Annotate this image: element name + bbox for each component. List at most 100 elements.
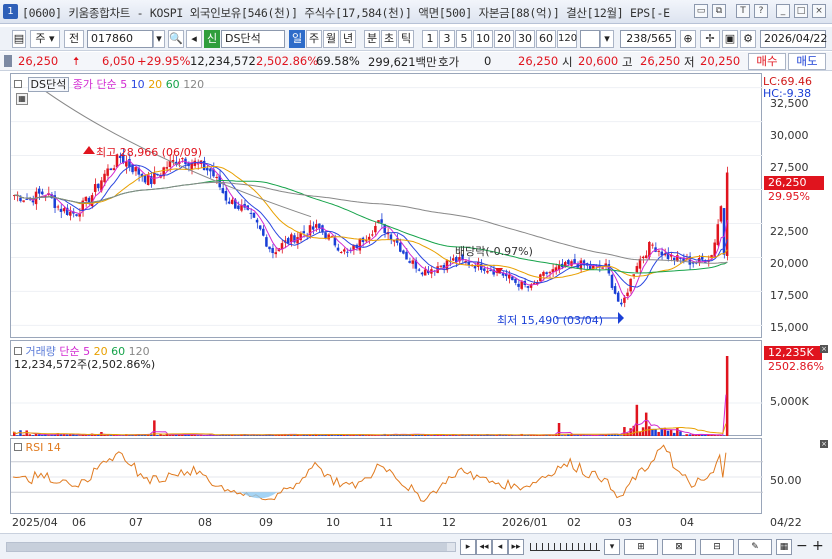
zoom-plus-icon[interactable]: + [812, 538, 824, 554]
ma-legend-10[interactable]: 10 [131, 78, 145, 91]
buy-button[interactable]: 매수 [748, 53, 786, 70]
layout-icon[interactable]: ⊠ [662, 539, 696, 555]
period-month-button[interactable]: 월 [323, 30, 339, 48]
ma-legend-120[interactable]: 120 [183, 78, 204, 91]
candle-body [517, 283, 520, 287]
period-minute-button[interactable]: 분 [364, 30, 380, 48]
zoom-in-icon[interactable]: ⊕ [680, 30, 696, 48]
rsi-title[interactable]: RSI 14 [26, 441, 61, 454]
save-icon[interactable]: ▣ [722, 30, 738, 48]
price-change: 6,050 [102, 54, 135, 68]
custom-interval-input[interactable] [580, 30, 600, 48]
maximize-button[interactable]: □ [794, 4, 808, 18]
rsi-close-icon[interactable]: × [820, 440, 828, 448]
candle-body [399, 242, 402, 252]
interval-60-button[interactable]: 60 [536, 30, 556, 48]
candle-body [318, 223, 321, 229]
grid-view-icon[interactable]: ▦ [776, 539, 792, 555]
stock-legend-name[interactable]: DS단석 [27, 77, 70, 92]
scroll-right-icon[interactable]: ▸ [460, 539, 476, 555]
scrollbar-thumb[interactable] [7, 543, 447, 551]
interval-3-button[interactable]: 3 [439, 30, 455, 48]
candle-body [31, 200, 35, 203]
toolbar-menu-icon[interactable]: ▤ [12, 30, 26, 48]
next-page-icon[interactable]: ▸▸ [508, 539, 524, 555]
interval-5-button[interactable]: 5 [456, 30, 472, 48]
rsi-chart-panel[interactable] [10, 438, 763, 515]
y-tick-15000: 15,000 [770, 321, 809, 334]
zoom-slider[interactable] [530, 543, 600, 551]
candle-body [240, 205, 243, 211]
code-dropdown-icon[interactable]: ▾ [153, 30, 165, 48]
ma-legend-20[interactable]: 20 [148, 78, 162, 91]
crosshair-icon[interactable]: ✢ [700, 30, 720, 48]
ma-legend-60[interactable]: 60 [166, 78, 180, 91]
y-tick-22500: 22,500 [770, 225, 809, 238]
new-indicator-badge[interactable]: 신 [204, 30, 220, 48]
close-button[interactable]: × [812, 4, 826, 18]
volume-bar [234, 435, 237, 436]
candle-body [336, 247, 340, 251]
prev-page-icon[interactable]: ◂ [492, 539, 508, 555]
candle-body [25, 198, 28, 200]
interval-10-button[interactable]: 10 [473, 30, 493, 48]
open-value: 20,600 [578, 54, 619, 68]
candle-body [59, 208, 63, 212]
market-select-label: 주 [35, 32, 46, 45]
period-year-button[interactable]: 년 [340, 30, 356, 48]
rsi-chart-svg[interactable] [11, 439, 763, 515]
ruler-icon[interactable]: ⊞ [624, 539, 658, 555]
volume-bar [41, 435, 44, 436]
prev-button[interactable]: 전 [64, 30, 84, 48]
volume-close-icon[interactable]: × [820, 345, 828, 353]
candle-body [473, 265, 477, 269]
horizontal-scrollbar[interactable] [6, 542, 456, 552]
volume-ma-5-line [12, 394, 727, 436]
period-day-button[interactable]: 일 [289, 30, 305, 48]
stock-code-input[interactable]: 017860 [87, 30, 153, 48]
price-y-axis: LC:69.46 HC:-9.38 32,500 30,000 27,500 2… [762, 73, 832, 338]
sound-icon[interactable]: ◂ [186, 30, 202, 48]
stock-name-field[interactable]: DS단석 [221, 30, 285, 48]
interval-120-button[interactable]: 120 [557, 30, 577, 48]
candle-body [106, 168, 109, 176]
y-tick-20000: 20,000 [770, 257, 809, 270]
ma-legend-title[interactable]: 종가 단순 [73, 78, 117, 91]
first-page-icon[interactable]: ◂◂ [476, 539, 492, 555]
price-change-pct: +29.95% [137, 54, 191, 68]
interval-1-button[interactable]: 1 [422, 30, 438, 48]
minimize-button[interactable]: _ [776, 4, 790, 18]
zoom-thumb-icon[interactable]: ▾ [604, 539, 620, 555]
price-chart-svg[interactable] [11, 74, 763, 339]
restore-icon[interactable]: ⧉ [712, 4, 726, 18]
drawing-icon[interactable]: ✎ [738, 539, 772, 555]
window-icon[interactable]: ⊟ [700, 539, 734, 555]
interval-20-button[interactable]: 20 [494, 30, 514, 48]
volume-bar [551, 435, 555, 436]
font-size-button[interactable]: T [736, 4, 750, 18]
help-button[interactable]: ? [754, 4, 768, 18]
candle-body [364, 240, 368, 242]
trade-volume: 12,234,572 [190, 54, 256, 68]
ma-legend-5[interactable]: 5 [120, 78, 127, 91]
price-chart-panel[interactable] [10, 73, 763, 339]
zoom-out-icon[interactable]: − [796, 538, 808, 554]
interval-30-button[interactable]: 30 [515, 30, 535, 48]
sell-button[interactable]: 매도 [788, 53, 826, 70]
settings-icon[interactable]: ⚙ [740, 30, 756, 48]
candle-body [420, 272, 424, 275]
grid-toggle-icon[interactable]: ▦ [16, 93, 28, 105]
candle-body [165, 167, 169, 169]
volume-bar [669, 429, 673, 436]
page-position-field[interactable]: 238/565 [620, 30, 676, 48]
market-select[interactable]: 주 ▾ [30, 30, 60, 48]
date-field[interactable]: 2026/04/22 [760, 30, 827, 48]
period-tick-button[interactable]: 틱 [398, 30, 414, 48]
period-week-button[interactable]: 주 [306, 30, 322, 48]
interval-dropdown-icon[interactable]: ▾ [600, 30, 614, 48]
period-second-button[interactable]: 초 [381, 30, 397, 48]
search-icon[interactable]: 🔍 [168, 30, 184, 48]
candle-body [672, 257, 676, 261]
candle-body [520, 281, 523, 289]
pin-icon[interactable]: ▭ [694, 4, 708, 18]
